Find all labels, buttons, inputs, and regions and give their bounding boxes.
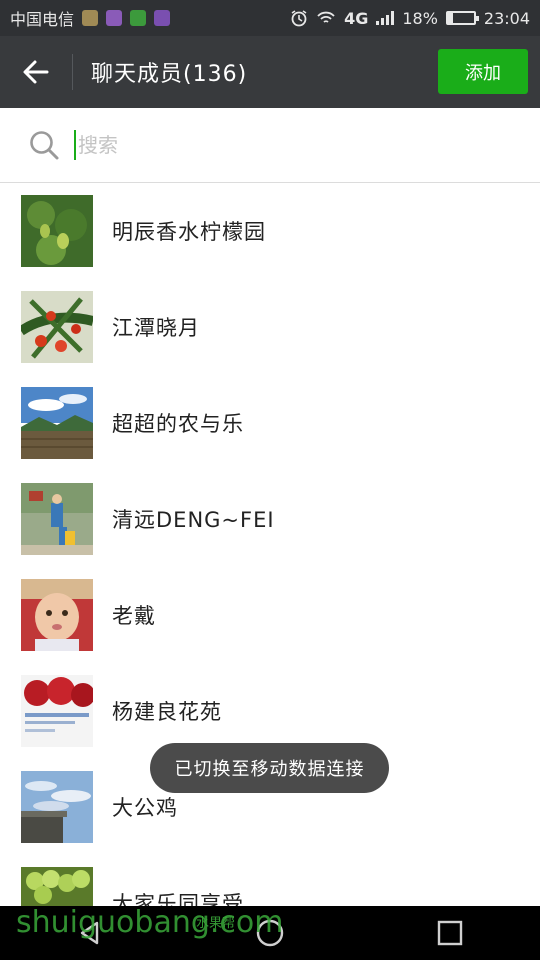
search-input[interactable] [78, 133, 378, 157]
avatar [21, 387, 93, 459]
network-type: 4G [344, 8, 369, 28]
square-recents-icon [437, 920, 463, 946]
battery-icon [445, 11, 479, 25]
search-icon [30, 131, 59, 160]
status-bar: 中国电信 4G 18% 23:04 [0, 0, 540, 36]
clock: 23:04 [483, 8, 530, 28]
avatar [21, 195, 93, 267]
title-bar: 聊天成员(136) 添加 [0, 36, 540, 108]
back-arrow-icon [23, 60, 49, 84]
member-name: 清远DENG~FEI [112, 508, 275, 532]
member-list[interactable]: 明辰香水柠檬园 江潭晓月 超超的农与乐 清远DENG~FEI 老戴 杨建良花苑 [0, 183, 540, 951]
watermark: shuiguobang.com [16, 905, 284, 940]
title-divider [72, 54, 73, 90]
gallery-notification-icon [106, 10, 123, 26]
member-name: 老戴 [112, 604, 156, 628]
search-bar [0, 108, 540, 183]
member-name: 大公鸡 [112, 796, 178, 820]
avatar [21, 771, 93, 843]
member-name: 明辰香水柠檬园 [112, 220, 266, 244]
back-button[interactable] [0, 36, 72, 108]
calendar-notification-icon [154, 10, 171, 26]
add-button[interactable]: 添加 [438, 49, 528, 94]
member-row[interactable]: 清远DENG~FEI [0, 471, 540, 567]
member-row[interactable]: 江潭晓月 [0, 279, 540, 375]
battery-fill [447, 13, 453, 23]
text-caret [74, 130, 76, 160]
avatar [21, 291, 93, 363]
carrier-label: 中国电信 [10, 10, 75, 29]
avatar [21, 579, 93, 651]
avatar [21, 483, 93, 555]
member-name: 江潭晓月 [112, 316, 200, 340]
page-title: 聊天成员(136) [91, 62, 248, 87]
member-name: 杨建良花苑 [112, 700, 222, 724]
nav-recents-button[interactable] [420, 906, 480, 960]
member-row[interactable]: 老戴 [0, 567, 540, 663]
battery-percent: 18% [402, 8, 438, 28]
game-notification-icon [130, 10, 147, 26]
alarm-icon [291, 10, 307, 27]
signal-icon [376, 11, 395, 25]
member-name: 超超的农与乐 [112, 412, 244, 436]
member-row[interactable]: 明辰香水柠檬园 [0, 183, 540, 279]
avatar [21, 675, 93, 747]
member-row[interactable]: 超超的农与乐 [0, 375, 540, 471]
watermark-sub: 水果帮 [196, 916, 236, 931]
notification-app-icon [82, 10, 99, 26]
wifi-calling-icon [317, 11, 335, 23]
toast-message: 已切换至移动数据连接 [150, 743, 389, 793]
